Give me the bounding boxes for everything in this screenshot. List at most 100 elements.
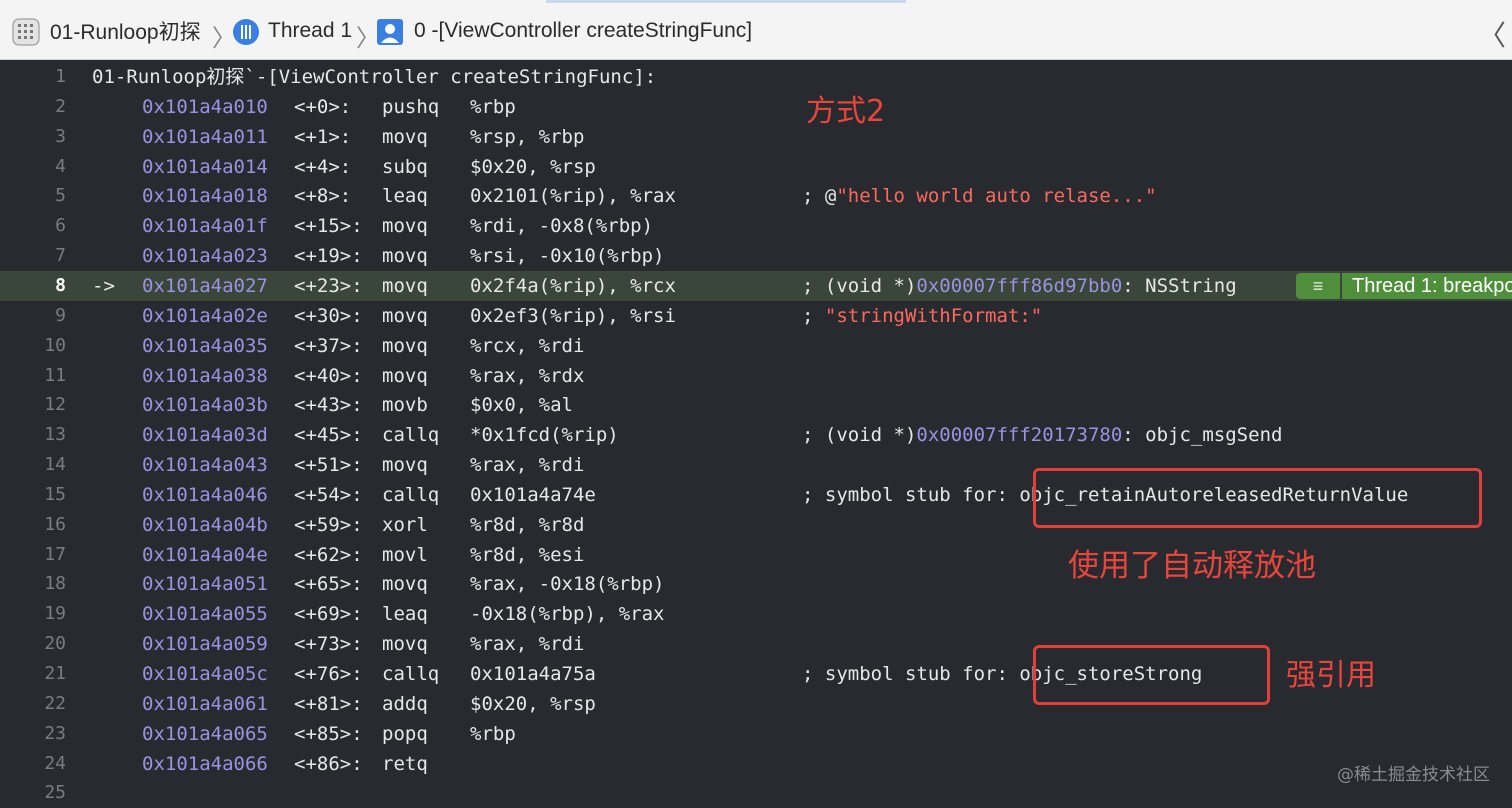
comment-cpre: ; (void *): [802, 424, 917, 447]
line-number[interactable]: 15: [0, 480, 66, 510]
instruction-operands: *0x1fcd(%rip): [470, 424, 619, 447]
instruction-operands: 0x101a4a75a: [470, 663, 596, 685]
line-number[interactable]: 9: [0, 301, 66, 331]
instruction-address: 0x101a4a055: [142, 603, 268, 626]
code-line[interactable]: 2 0x101a4a010 <+0>: pushq %rbp: [0, 92, 1512, 122]
highlight-box-store-strong: [1033, 645, 1270, 705]
line-number[interactable]: 21: [0, 659, 66, 689]
instruction-mnemonic: movq: [382, 454, 428, 477]
instruction-mnemonic: addq: [382, 692, 428, 715]
instruction-offset: <+81>:: [294, 692, 363, 715]
instruction-operands: %rsp, %rbp: [470, 125, 585, 148]
instruction-mnemonic: movq: [382, 573, 428, 596]
instruction-offset: <+45>:: [294, 424, 363, 447]
instruction-address: 0x101a4a04b: [142, 513, 268, 536]
comment-cpre: ; symbol stub for:: [802, 483, 1020, 506]
code-line[interactable]: 4 0x101a4a014 <+4>: subq $0x20, %rsp: [0, 152, 1512, 182]
instruction-offset: <+23>:: [294, 274, 363, 297]
instruction-mnemonic: callq: [382, 424, 440, 447]
instruction-address: 0x101a4a01f: [142, 215, 268, 238]
instruction-operands: %rsi, -0x10(%rbp): [470, 245, 665, 268]
comment-cstr: "hello world auto relase...": [836, 185, 1157, 208]
code-line[interactable]: 24 0x101a4a066 <+86>: retq: [0, 749, 1512, 779]
comment-caddr: 0x00007fff20173780: [916, 424, 1123, 447]
watermark: @稀土掘金技术社区: [1337, 765, 1490, 785]
instruction-operands: %rax, -0x18(%rbp): [470, 573, 665, 596]
program-counter-arrow: ->: [92, 274, 115, 297]
code-line[interactable]: 10 0x101a4a035 <+37>: movq %rcx, %rdi: [0, 331, 1512, 361]
line-number[interactable]: 19: [0, 599, 66, 629]
line-number[interactable]: 11: [0, 361, 66, 391]
instruction-offset: <+65>:: [294, 573, 363, 596]
instruction-mnemonic: movq: [382, 125, 428, 148]
line-number[interactable]: 8: [0, 271, 66, 301]
code-line[interactable]: 11 0x101a4a038 <+40>: movq %rax, %rdx: [0, 361, 1512, 391]
instruction-operands: 0x2f4a(%rip), %rcx: [470, 274, 676, 297]
code-line[interactable]: 12 0x101a4a03b <+43>: movb $0x0, %al: [0, 390, 1512, 420]
instruction-address: 0x101a4a027: [142, 274, 268, 297]
line-number[interactable]: 16: [0, 510, 66, 540]
line-number[interactable]: 6: [0, 211, 66, 241]
line-number[interactable]: 10: [0, 331, 66, 361]
instruction-operands: %r8d, %r8d: [470, 513, 585, 536]
instruction-offset: <+62>:: [294, 543, 363, 566]
instruction-mnemonic: movq: [382, 274, 428, 297]
line-number[interactable]: 1: [0, 62, 66, 92]
code-line[interactable]: 25: [0, 778, 1512, 808]
instruction-mnemonic: movq: [382, 633, 428, 656]
breakpoint-list-icon[interactable]: ≡: [1296, 272, 1340, 299]
breadcrumb-project[interactable]: 01-Runloop初探: [50, 17, 201, 45]
instruction-operands: 0x2ef3(%rip), %rsi: [470, 304, 676, 327]
breadcrumb-thread[interactable]: Thread 1: [268, 17, 352, 45]
chevron-left-icon[interactable]: 〈: [1478, 14, 1506, 54]
line-number[interactable]: 25: [0, 778, 66, 808]
code-line[interactable]: 7 0x101a4a023 <+19>: movq %rsi, -0x10(%rbp): [0, 241, 1512, 271]
line-number[interactable]: 12: [0, 390, 66, 420]
instruction-offset: <+76>:: [294, 663, 363, 685]
instruction-mnemonic: movq: [382, 334, 428, 357]
line-number[interactable]: 13: [0, 420, 66, 450]
jump-bar: 01-Runloop初探 〉 Thread 1 〉 0 -[ViewContro…: [0, 0, 1512, 60]
instruction-mnemonic: movq: [382, 215, 428, 238]
instruction-address: 0x101a4a059: [142, 633, 268, 656]
instruction-offset: <+73>:: [294, 633, 363, 656]
instruction-mnemonic: pushq: [382, 95, 440, 118]
line-number[interactable]: 7: [0, 241, 66, 271]
line-number[interactable]: 17: [0, 540, 66, 570]
instruction-operands: %rax, %rdx: [470, 364, 585, 387]
line-number[interactable]: 5: [0, 181, 66, 211]
code-line[interactable]: 19 0x101a4a055 <+69>: leaq -0x18(%rbp), %rax: [0, 599, 1512, 629]
instruction-address: 0x101a4a043: [142, 454, 268, 477]
code-line[interactable]: 13 0x101a4a03d <+45>: callq *0x1fcd(%rip) ; (…: [0, 420, 1512, 450]
code-line[interactable]: 9 0x101a4a02e <+30>: movq 0x2ef3(%rip), %rsi…: [0, 301, 1512, 331]
instruction-mnemonic: leaq: [382, 185, 428, 208]
code-line[interactable]: 8 -> 0x101a4a027 <+23>: movq 0x2f4a(%rip), %r…: [0, 270, 1512, 301]
code-line[interactable]: 3 0x101a4a011 <+1>: movq %rsp, %rbp: [0, 122, 1512, 152]
instruction-mnemonic: leaq: [382, 603, 428, 626]
line-number[interactable]: 18: [0, 569, 66, 599]
instruction-comment: ; (void *)0x00007fff86d97bb0: NSString: [802, 271, 1237, 301]
code-line[interactable]: 23 0x101a4a065 <+85>: popq %rbp: [0, 719, 1512, 749]
line-number[interactable]: 14: [0, 450, 66, 480]
line-number[interactable]: 4: [0, 152, 66, 182]
breadcrumb-frame[interactable]: 0 -[ViewController createStringFunc]: [414, 17, 752, 45]
instruction-address: 0x101a4a061: [142, 692, 268, 715]
thread-icon: [233, 19, 259, 45]
annotation-autorelease-pool: 使用了自动释放池: [1068, 548, 1316, 584]
code-line[interactable]: 6 0x101a4a01f <+15>: movq %rdi, -0x8(%rbp): [0, 211, 1512, 241]
code-line[interactable]: 1 01-Runloop初探`-[ViewController createStr…: [0, 62, 1512, 92]
code-line[interactable]: 5 0x101a4a018 <+8>: leaq 0x2101(%rip), %rax;…: [0, 181, 1512, 211]
instruction-address: 0x101a4a011: [142, 125, 268, 148]
line-number[interactable]: 22: [0, 689, 66, 719]
instruction-operands: %rcx, %rdi: [470, 334, 585, 357]
instruction-mnemonic: movb: [382, 394, 428, 417]
breakpoint-annotation[interactable]: Thread 1: breakpoint: [1342, 272, 1512, 299]
line-number[interactable]: 3: [0, 122, 66, 152]
line-number[interactable]: 23: [0, 719, 66, 749]
instruction-offset: <+54>:: [294, 483, 363, 506]
line-number[interactable]: 2: [0, 92, 66, 122]
line-number[interactable]: 20: [0, 629, 66, 659]
line-number[interactable]: 24: [0, 749, 66, 779]
instruction-mnemonic: movl: [382, 543, 428, 566]
tab-indicator: [546, 0, 906, 3]
